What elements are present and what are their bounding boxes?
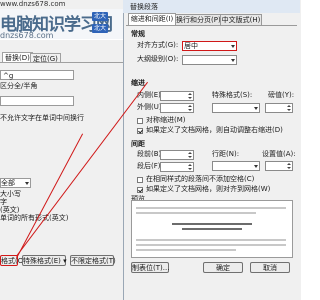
snap-to-grid-label: 如果定义了文档网格，则对齐到网格(W) (146, 185, 271, 193)
spin-down-icon[interactable] (188, 97, 192, 99)
chevron-down-icon (254, 107, 258, 110)
alignment-label: 对齐方式(G): (137, 41, 179, 49)
outline-level-select[interactable] (182, 55, 237, 65)
indent-by-spinner[interactable] (265, 103, 293, 113)
spacing-after-spinner[interactable] (160, 162, 194, 172)
outline-level-label: 大纲级别(O): (137, 55, 179, 63)
chevron-down-icon (254, 165, 258, 168)
spin-up-icon[interactable] (188, 93, 192, 95)
banner-chip: 北大 (92, 12, 109, 21)
line-spacing-label: 行距(N): (212, 150, 240, 158)
banner-chip: 北大 (92, 24, 109, 33)
special-indent-select[interactable] (212, 103, 260, 113)
site-logo-sub: dnzs678.com (0, 31, 54, 40)
alignment-select[interactable]: 居中 (182, 41, 237, 51)
spin-up-icon[interactable] (287, 105, 291, 107)
no-space-same-style-label: 在相同样式的段落间不添加空格(C) (146, 175, 255, 183)
find-what-input[interactable]: ^g (0, 70, 74, 80)
preview-line (136, 207, 286, 209)
spin-down-icon[interactable] (188, 168, 192, 170)
chevron-down-icon (25, 182, 29, 185)
site-url: www.dnzs678.com (0, 0, 66, 8)
no-word-wrap-label: 不允许文字在单词中间换行 (0, 114, 84, 122)
alignment-value: 居中 (184, 42, 198, 50)
line-spacing-at-spinner[interactable] (265, 161, 293, 171)
snap-to-grid-checkbox[interactable] (137, 187, 143, 193)
special-indent-label: 特殊格式(S): (212, 91, 253, 99)
auto-adjust-right-indent-checkbox[interactable] (137, 128, 143, 134)
replace-panel (0, 62, 127, 263)
mirror-indents-checkbox[interactable] (137, 118, 143, 124)
special-format-button[interactable]: 特殊格式(E) ▾ (22, 255, 67, 266)
search-options-list: 大小写 字 (英文) 单词的所有形式(英文) (0, 190, 68, 222)
indent-outside-spinner[interactable] (160, 103, 194, 113)
no-formatting-button[interactable]: 不限定格式(T) (70, 255, 116, 266)
spacing-after-label: 段后(F): (137, 162, 163, 170)
indent-inside-spinner[interactable] (160, 91, 194, 101)
option-whole-word[interactable]: 字 (0, 198, 48, 206)
chevron-down-icon (231, 59, 235, 62)
preview-line (136, 239, 286, 241)
preview-line (182, 228, 242, 230)
search-direction-select[interactable]: 全部 (0, 178, 31, 188)
spin-down-icon[interactable] (287, 167, 291, 169)
dialog-title: 替换段落 (130, 3, 158, 11)
general-heading: 常规 (131, 30, 145, 38)
cancel-button[interactable]: 取消 (250, 262, 290, 273)
no-space-same-style-checkbox[interactable] (137, 177, 143, 183)
ok-button[interactable]: 确定 (203, 262, 243, 273)
line-spacing-at-label: 设置值(A): (262, 150, 296, 158)
chevron-down-icon (231, 45, 235, 48)
spin-down-icon[interactable] (188, 109, 192, 111)
spacing-before-spinner[interactable] (160, 150, 194, 160)
match-width-label: 区分全/半角 (0, 82, 38, 90)
line-spacing-select[interactable] (212, 161, 260, 171)
spin-down-icon[interactable] (188, 156, 192, 158)
spin-down-icon[interactable] (287, 109, 291, 111)
mirror-indents-label: 对称缩进(M) (146, 116, 186, 124)
spin-up-icon[interactable] (287, 163, 291, 165)
preview-line (136, 212, 256, 214)
auto-adjust-right-indent-label: 如果定义了文档网格，则自动调整右缩进(D) (146, 126, 283, 134)
spin-up-icon[interactable] (188, 105, 192, 107)
spin-up-icon[interactable] (188, 152, 192, 154)
search-direction-value: 全部 (1, 179, 15, 187)
preview-line (136, 249, 236, 251)
replace-with-input[interactable] (0, 96, 74, 106)
paragraph-preview (131, 200, 293, 258)
option-match-case[interactable]: 大小写 (0, 190, 48, 198)
tab-stops-button[interactable]: 制表位(T)... (131, 262, 169, 273)
spin-up-icon[interactable] (188, 164, 192, 166)
preview-line (136, 244, 286, 246)
preview-line (172, 223, 252, 225)
spacing-heading: 间距 (131, 140, 145, 148)
indent-by-label: 磅值(Y): (268, 91, 295, 99)
